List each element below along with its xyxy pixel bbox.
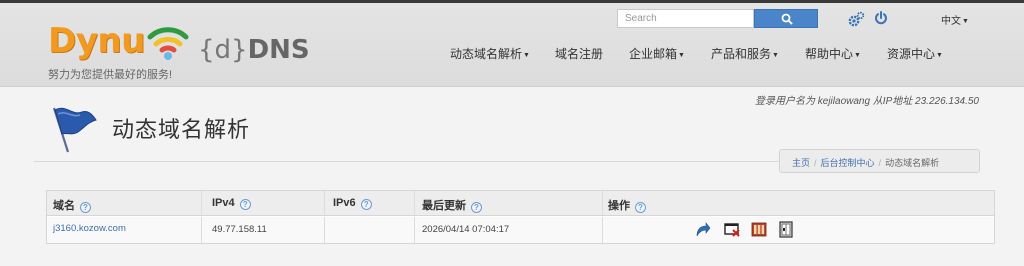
ipv4-value: 49.77.158.11 — [212, 224, 267, 235]
nav-help-center[interactable]: 帮助中心▼ — [805, 45, 861, 62]
nav-domain-registration[interactable]: 域名注册 — [555, 45, 603, 62]
tagline: 努力为您提供最好的服务! — [48, 69, 173, 81]
help-icon[interactable]: ? — [635, 202, 646, 213]
wifi-logo-icon — [147, 27, 189, 60]
search-button[interactable] — [754, 9, 818, 28]
domain-link[interactable]: j3160.kozow.com — [53, 223, 126, 234]
nav-ddns[interactable]: 动态域名解析▼ — [450, 45, 530, 62]
nav-products-services[interactable]: 产品和服务▼ — [711, 45, 779, 62]
nav-resource-center[interactable]: 资源中心▼ — [887, 45, 943, 62]
header-ipv6[interactable]: IPv6? — [333, 197, 372, 210]
nav-enterprise-email[interactable]: 企业邮箱▼ — [629, 45, 685, 62]
header-ipv4[interactable]: IPv4? — [212, 197, 251, 210]
page-title: 动态域名解析 — [112, 117, 251, 142]
help-icon[interactable]: ? — [239, 199, 251, 210]
title-divider — [34, 161, 779, 162]
columns-icon[interactable] — [751, 221, 767, 238]
language-selector[interactable]: 中文▼ — [941, 12, 969, 27]
header-last-updated[interactable]: 最后更新? — [422, 197, 482, 213]
ddns-table: 域名? IPv4? IPv6? 最后更新? 操作? j3160.kozow.co… — [46, 190, 995, 244]
breadcrumb: 主页 / 后台控制中心 / 动态域名解析 — [779, 149, 980, 173]
login-info: 登录用户名为 kejilaowang 从IP地址 23.226.134.50 — [755, 96, 979, 107]
table-header: 域名? IPv4? IPv6? 最后更新? 操作? — [47, 191, 994, 216]
search-input[interactable]: Search — [617, 9, 754, 28]
breadcrumb-home[interactable]: 主页 — [792, 158, 810, 168]
dns-logo-text: {d}DNS — [198, 35, 310, 65]
breadcrumb-control-panel[interactable]: 后台控制中心 — [821, 158, 875, 168]
power-icon[interactable] — [874, 11, 888, 25]
search-icon — [781, 13, 793, 25]
last-updated-value: 2026/04/14 07:04:17 — [422, 224, 510, 235]
redirect-icon[interactable] — [695, 221, 711, 238]
help-icon[interactable]: ? — [471, 202, 482, 213]
header-domain[interactable]: 域名? — [53, 197, 91, 213]
header-actions: 操作? — [608, 197, 646, 213]
help-icon[interactable]: ? — [80, 202, 91, 213]
table-row: j3160.kozow.com 49.77.158.11 2026/04/14 … — [47, 217, 994, 243]
gear-icon[interactable] — [848, 11, 865, 28]
web-redirect-icon[interactable] — [724, 221, 740, 238]
flag-icon — [52, 107, 97, 153]
help-icon[interactable]: ? — [360, 199, 372, 210]
logo-text: Dynu — [48, 21, 145, 61]
site-header: Dynu {d}DNS 努力为您提供最好的服务! Search 中文▼ 动态域名… — [0, 3, 1024, 87]
breadcrumb-current: 动态域名解析 — [885, 158, 940, 168]
door-icon[interactable] — [778, 221, 794, 238]
